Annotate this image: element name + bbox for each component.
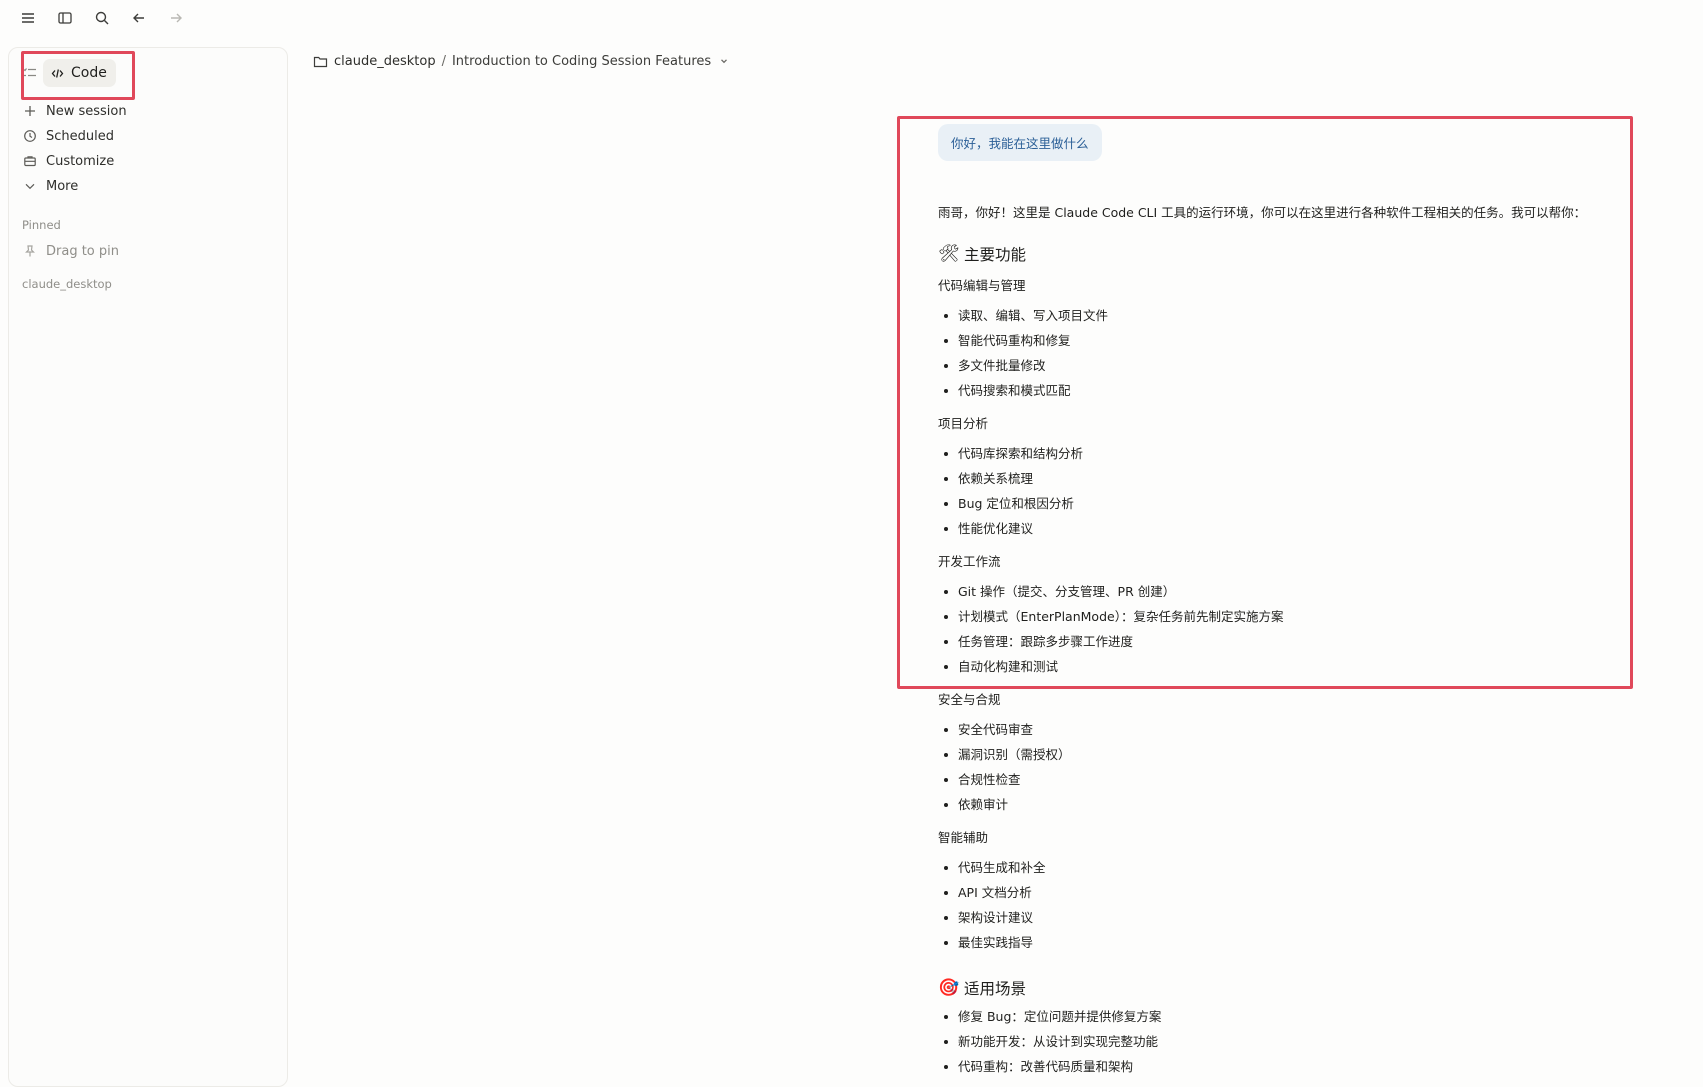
breadcrumb-folder[interactable]: claude_desktop [334,54,436,69]
group-title: 智能辅助 [938,830,989,845]
drag-to-pin-label: Drag to pin [46,243,119,259]
list-item: 安全代码审查 [938,717,1638,742]
list-item: 合规性检查 [938,767,1638,792]
list-item: Bug 定位和根因分析 [938,491,1638,516]
list-item: 代码搜索和模式匹配 [938,378,1638,403]
group-title: 项目分析 [938,416,989,431]
user-message: 你好，我能在这里做什么 [938,124,1102,161]
bullet-list: 安全代码审查 漏洞识别（需授权） 合规性检查 依赖审计 [938,717,1638,817]
sidebar-item-label: New session [46,103,127,119]
bullet-list: 代码生成和补全 API 文档分析 架构设计建议 最佳实践指导 [938,855,1638,955]
top-toolbar [0,0,1703,36]
clock-icon [24,130,36,142]
list-item: 代码生成和补全 [938,855,1638,880]
search-icon[interactable] [90,6,114,30]
bullet-list: 修复 Bug：定位问题并提供修复方案 新功能开发：从设计到实现完整功能 代码重构… [938,1004,1638,1079]
sidebar-item-label: More [46,178,79,194]
assistant-message: 雨哥，你好！这里是 Claude Code CLI 工具的运行环境，你可以在这里… [938,202,1638,1079]
sidebar-item-more[interactable]: More [23,175,78,197]
breadcrumb: claude_desktop / Introduction to Coding … [313,51,729,71]
code-mode-button[interactable]: Code [43,59,116,87]
sidebar-item-scheduled[interactable]: Scheduled [23,125,114,147]
group-title: 安全与合规 [938,692,1001,707]
list-item: 自动化构建和测试 [938,654,1638,679]
list-item: 智能代码重构和修复 [938,328,1638,353]
project-heading[interactable]: claude_desktop [22,277,112,291]
list-item: 计划模式（EnterPlanMode）：复杂任务前先制定实施方案 [938,604,1638,629]
bullet-list: 代码库探索和结构分析 依赖关系梳理 Bug 定位和根因分析 性能优化建议 [938,441,1638,541]
list-item: Git 操作（提交、分支管理、PR 创建） [938,579,1638,604]
list-item: 新功能开发：从设计到实现完整功能 [938,1029,1638,1054]
sidebar-item-label: Scheduled [46,128,114,144]
section-heading: 🎯 适用场景 [938,977,1638,999]
group-title: 代码编辑与管理 [938,278,1026,293]
chevron-down-icon[interactable] [719,56,729,66]
section-heading: 🛠 主要功能 [938,243,1638,265]
folder-icon [313,56,328,67]
forward-arrow-icon[interactable] [164,6,188,30]
tools-icon: 🛠 [938,244,960,264]
sidebar-item-label: Customize [46,153,115,169]
back-arrow-icon[interactable] [127,6,151,30]
list-item: 漏洞识别（需授权） [938,742,1638,767]
list-item: 架构设计建议 [938,905,1638,930]
list-item: 最佳实践指导 [938,930,1638,955]
list-item: 任务管理：跟踪多步骤工作进度 [938,629,1638,654]
sidebar-item-customize[interactable]: Customize [23,150,114,172]
list-item: 修复 Bug：定位问题并提供修复方案 [938,1004,1638,1029]
list-item: 代码库探索和结构分析 [938,441,1638,466]
bullet-list: 读取、编辑、写入项目文件 智能代码重构和修复 多文件批量修改 代码搜索和模式匹配 [938,303,1638,403]
group-title: 开发工作流 [938,554,1001,569]
plus-icon [25,106,35,116]
menu-icon[interactable] [16,6,40,30]
briefcase-icon [24,156,36,167]
target-icon: 🎯 [938,978,960,998]
list-item: API 文档分析 [938,880,1638,905]
sidebar: Code New session Scheduled Customize Mor… [8,47,288,1087]
list-item: 多文件批量修改 [938,353,1638,378]
section-title: 适用场景 [964,980,1027,998]
sidebar-toggle-icon[interactable] [53,6,77,30]
list-item: 读取、编辑、写入项目文件 [938,303,1638,328]
code-icon [51,68,64,78]
breadcrumb-separator: / [441,53,446,69]
pin-icon [25,245,35,257]
list-item: 依赖审计 [938,792,1638,817]
session-title[interactable]: Introduction to Coding Session Features [452,54,711,69]
reply-intro: 雨哥，你好！这里是 Claude Code CLI 工具的运行环境，你可以在这里… [938,205,1587,220]
mode-switcher[interactable]: Code [23,59,116,87]
section-title: 主要功能 [964,246,1027,264]
drag-to-pin-hint: Drag to pin [23,240,119,262]
code-mode-label: Code [71,65,107,81]
pinned-heading: Pinned [22,218,61,232]
list-item: 依赖关系梳理 [938,466,1638,491]
bullet-list: Git 操作（提交、分支管理、PR 创建） 计划模式（EnterPlanMode… [938,579,1638,679]
list-item: 代码重构：改善代码质量和架构 [938,1054,1638,1079]
list-item: 性能优化建议 [938,516,1638,541]
sidebar-item-new-session[interactable]: New session [23,100,127,122]
list-toggle-icon[interactable] [23,66,37,80]
chevron-down-icon [25,183,35,190]
